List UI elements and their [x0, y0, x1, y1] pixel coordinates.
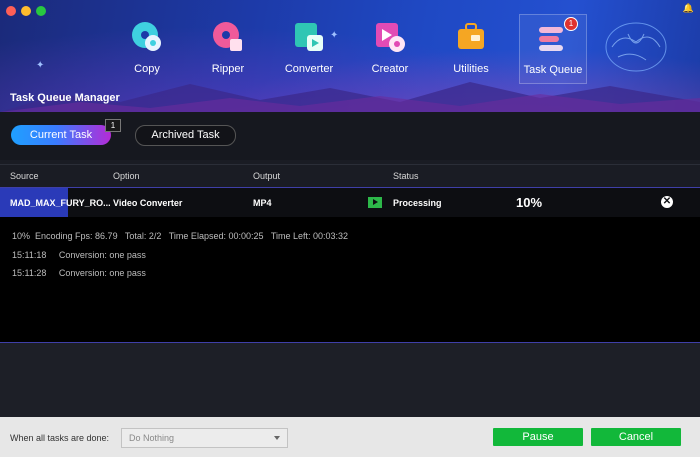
chevron-down-icon — [274, 436, 280, 440]
row-output: MP4 — [253, 198, 272, 208]
nav-ripper[interactable]: Ripper — [195, 14, 261, 82]
when-done-label: When all tasks are done: — [10, 433, 110, 443]
tab-archived-task[interactable]: Archived Task — [135, 125, 236, 146]
disc-ripper-icon — [213, 22, 242, 51]
notification-bell-icon[interactable]: 🔔 — [683, 3, 694, 14]
nav-copy[interactable]: Copy — [114, 14, 180, 82]
remove-task-close-icon[interactable]: ✕ — [661, 196, 673, 208]
disc-copy-icon — [132, 22, 161, 51]
column-output: Output — [253, 171, 281, 181]
row-source: MAD_MAX_FURY_RO... — [10, 198, 111, 208]
window-maximize-button[interactable] — [36, 6, 46, 16]
column-status: Status — [393, 171, 419, 181]
nav-task-queue-label: Task Queue — [523, 64, 583, 76]
nav-utilities-label: Utilities — [453, 63, 489, 75]
nav-utilities[interactable]: Utilities — [438, 14, 504, 82]
star-icon: ✦ — [36, 60, 45, 71]
nav-copy-label: Copy — [134, 63, 160, 75]
nav-creator-label: Creator — [371, 63, 409, 75]
cancel-button[interactable]: Cancel — [591, 428, 681, 446]
video-converter-icon — [295, 23, 323, 51]
task-table-header: Source Option Output Status — [0, 164, 700, 187]
when-done-value: Do Nothing — [129, 433, 175, 443]
nav-task-queue[interactable]: 1 Task Queue — [519, 14, 587, 84]
brain-decoration — [605, 22, 667, 72]
when-done-select[interactable]: Do Nothing — [121, 428, 288, 448]
row-option: Video Converter — [113, 198, 183, 208]
log-line: 15:11:18 Conversion: one pass — [12, 250, 146, 260]
toolbox-icon — [458, 23, 484, 49]
window-close-button[interactable] — [6, 6, 16, 16]
log-line: 15:11:28 Conversion: one pass — [12, 268, 146, 278]
column-source: Source — [10, 171, 39, 181]
tab-current-task[interactable]: Current Task — [11, 125, 111, 145]
play-status-icon — [368, 197, 382, 208]
row-status: Processing — [393, 198, 442, 208]
page-title: Task Queue Manager — [10, 92, 120, 104]
column-option: Option — [113, 171, 140, 181]
log-line: 10% Encoding Fps: 86.79 Total: 2/2 Time … — [12, 231, 349, 241]
disc-creator-icon — [376, 23, 405, 52]
nav-converter-label: Converter — [284, 63, 334, 75]
empty-area — [0, 343, 700, 417]
nav-converter[interactable]: Converter — [276, 14, 342, 82]
window-minimize-button[interactable] — [21, 6, 31, 16]
row-progress: 10% — [516, 195, 543, 210]
pause-button[interactable]: Pause — [493, 428, 583, 446]
task-queue-badge: 1 — [564, 17, 578, 31]
task-log-panel: 10% Encoding Fps: 86.79 Total: 2/2 Time … — [0, 217, 700, 343]
nav-creator[interactable]: Creator — [357, 14, 423, 82]
current-task-count-badge: 1 — [105, 119, 121, 132]
table-row[interactable]: MAD_MAX_FURY_RO... Video Converter MP4 P… — [0, 187, 700, 218]
app-header: 🔔 ✦ ✦ Copy Ripper Converter Creator Util… — [0, 0, 700, 112]
nav-ripper-label: Ripper — [211, 63, 245, 75]
